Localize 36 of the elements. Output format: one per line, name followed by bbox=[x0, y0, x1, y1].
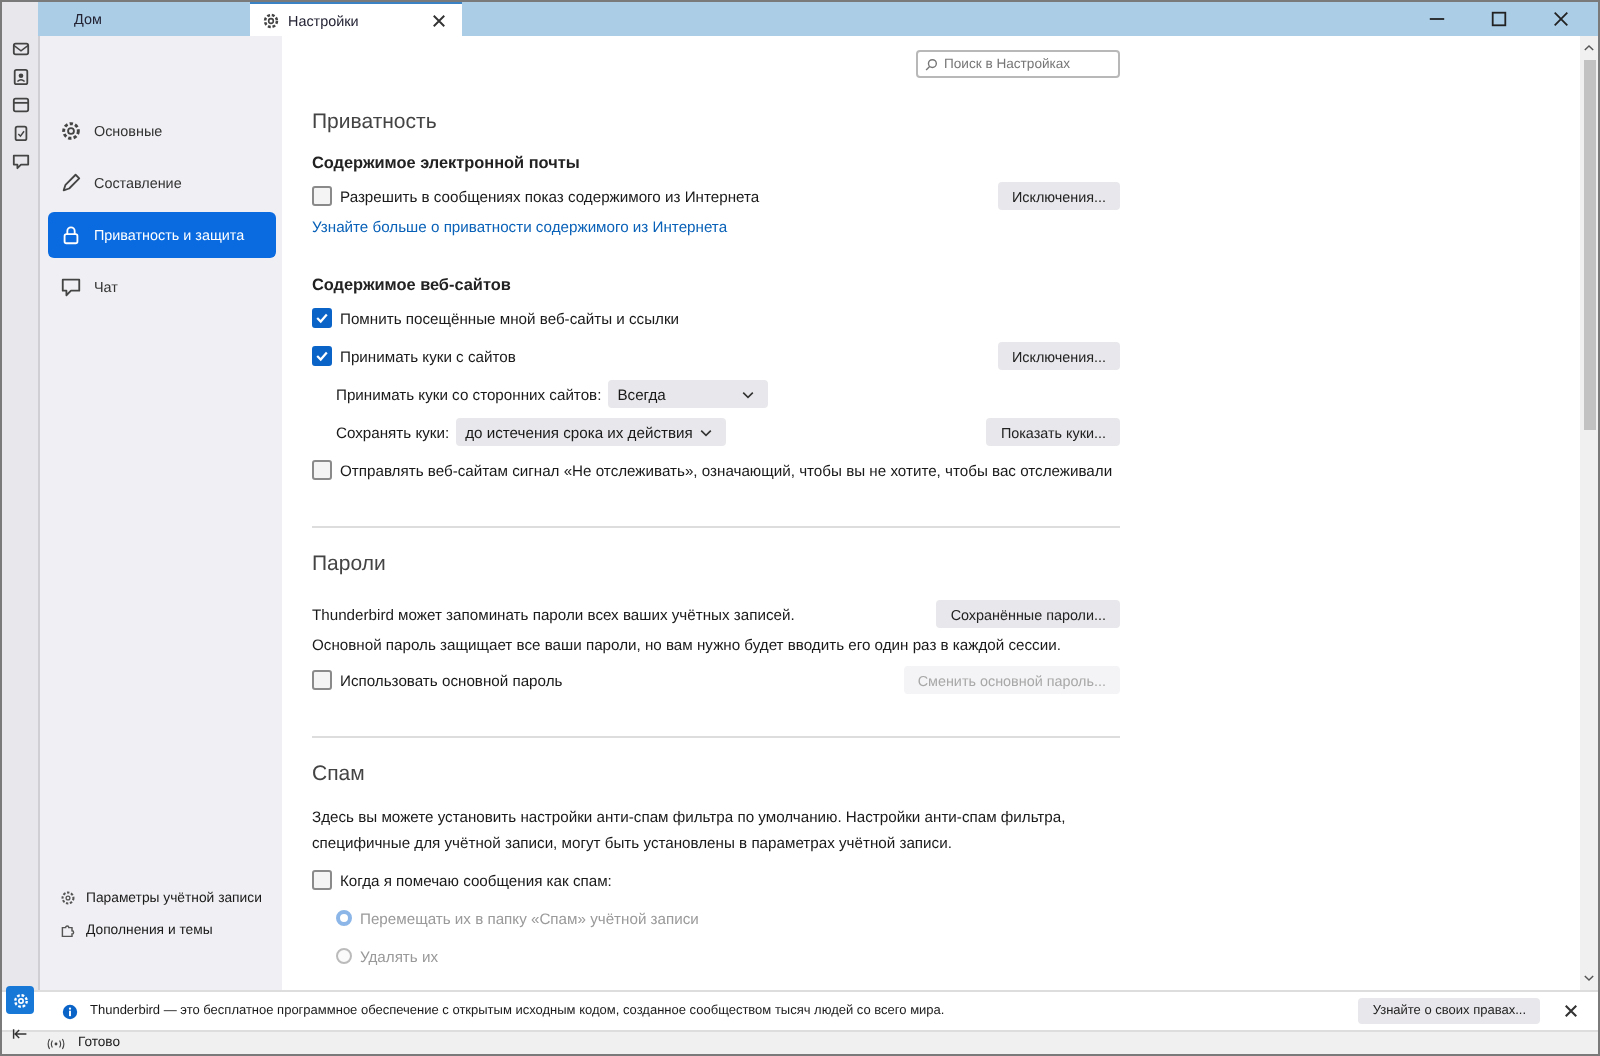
section-title: Пароли bbox=[312, 552, 388, 576]
checkbox[interactable] bbox=[312, 346, 332, 366]
pencil-icon bbox=[60, 172, 82, 194]
mail-icon[interactable] bbox=[11, 40, 29, 58]
chevron-down-icon bbox=[739, 389, 756, 399]
chat-icon[interactable] bbox=[11, 152, 29, 170]
search-icon bbox=[924, 57, 938, 71]
checkbox[interactable] bbox=[312, 670, 332, 690]
collapse-icon[interactable] bbox=[12, 1026, 28, 1042]
close-icon[interactable] bbox=[432, 13, 446, 27]
lock-icon bbox=[60, 224, 82, 246]
close-icon[interactable] bbox=[1564, 1004, 1578, 1018]
section-heading: Содержимое веб-сайтов bbox=[312, 276, 513, 294]
tasks-icon[interactable] bbox=[11, 124, 29, 142]
checkbox[interactable] bbox=[312, 308, 332, 328]
section-title: Спам bbox=[312, 762, 367, 786]
puzzle-icon bbox=[60, 922, 76, 938]
scrollbar-thumb[interactable] bbox=[1583, 60, 1595, 430]
checkbox[interactable] bbox=[312, 870, 332, 890]
section-title: Приватность bbox=[312, 110, 439, 134]
gear-icon bbox=[60, 120, 82, 142]
chevron-down-icon bbox=[697, 427, 714, 437]
gear-icon bbox=[262, 11, 280, 29]
section-heading: Содержимое электронной почты bbox=[312, 154, 582, 172]
checkbox[interactable] bbox=[312, 460, 332, 480]
gear-icon bbox=[60, 890, 76, 906]
chat-icon bbox=[60, 276, 82, 298]
checkbox[interactable] bbox=[312, 186, 332, 206]
contacts-icon[interactable] bbox=[11, 68, 29, 86]
info-icon bbox=[62, 1003, 78, 1019]
scroll-up-icon[interactable] bbox=[1582, 42, 1596, 54]
gear-icon bbox=[11, 991, 29, 1009]
signal-icon bbox=[46, 1037, 66, 1049]
settings-button[interactable] bbox=[6, 986, 34, 1014]
calendar-icon[interactable] bbox=[11, 96, 29, 114]
scroll-down-icon[interactable] bbox=[1582, 972, 1596, 984]
